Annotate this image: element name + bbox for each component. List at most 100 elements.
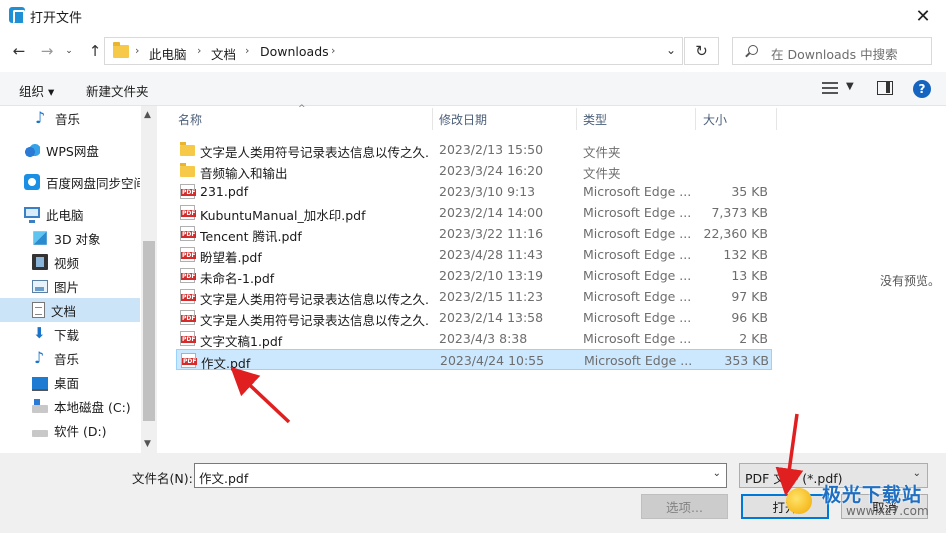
pdf-file-icon bbox=[180, 268, 197, 283]
breadcrumb-separator-icon[interactable]: › bbox=[331, 44, 335, 57]
file-row-selected[interactable]: 作文.pdf 2023/4/24 10:55 Microsoft Edge ... 3… bbox=[176, 349, 772, 371]
sidebar-scrollbar[interactable]: ▲ ▼ bbox=[141, 106, 157, 453]
sidebar-item-label: 百度网盘同步空间 bbox=[46, 175, 140, 191]
breadcrumb-separator-icon[interactable]: › bbox=[245, 44, 249, 57]
video-icon bbox=[32, 254, 48, 270]
file-date: 2023/3/10 9:13 bbox=[439, 184, 536, 199]
sidebar-item-label: 软件 (D:) bbox=[54, 423, 107, 439]
file-name: 231.pdf bbox=[200, 184, 249, 199]
recent-locations-button[interactable]: ⌄ bbox=[62, 40, 76, 62]
view-options-icon[interactable] bbox=[822, 81, 838, 95]
file-type: Microsoft Edge ... bbox=[583, 184, 692, 199]
address-bar[interactable]: › 此电脑 › 文档 › Downloads › ⌄ bbox=[104, 37, 683, 65]
file-type: Microsoft Edge ... bbox=[583, 247, 692, 262]
file-date: 2023/4/24 10:55 bbox=[440, 353, 545, 368]
preview-message: 没有预览。 bbox=[880, 274, 941, 288]
breadcrumb-separator-icon[interactable]: › bbox=[135, 44, 139, 57]
file-row[interactable]: 音频输入和输出 2023/3/24 16:20 文件夹 bbox=[176, 160, 772, 181]
chevron-down-icon[interactable]: ⌄ bbox=[713, 468, 721, 479]
organize-button[interactable]: 组织 ▾ bbox=[19, 81, 54, 100]
sidebar-item-label: 此电脑 bbox=[46, 207, 84, 223]
column-header-date[interactable]: 修改日期 bbox=[439, 106, 487, 132]
back-button[interactable]: ← bbox=[8, 40, 30, 62]
file-name: 作文.pdf bbox=[201, 356, 251, 371]
sidebar-item-videos[interactable]: 视频 bbox=[0, 250, 140, 274]
column-divider[interactable] bbox=[576, 108, 577, 130]
scroll-down-icon[interactable]: ▼ bbox=[144, 439, 151, 449]
baidu-cloud-icon bbox=[24, 174, 40, 190]
sidebar-item-music-2[interactable]: 音乐 bbox=[0, 346, 140, 370]
scroll-up-icon[interactable]: ▲ bbox=[144, 110, 151, 120]
file-row[interactable]: 文字是人类用符号记录表达信息以传之久... 2023/2/14 13:58 Micr… bbox=[176, 307, 772, 328]
preview-pane-icon[interactable] bbox=[877, 81, 893, 95]
sidebar-item-label: 文档 bbox=[51, 303, 77, 319]
file-name: 文字是人类用符号记录表达信息以传之久... bbox=[200, 313, 430, 328]
file-date: 2023/2/13 15:50 bbox=[439, 142, 544, 157]
column-divider[interactable] bbox=[695, 108, 696, 130]
chevron-down-icon[interactable]: ⌄ bbox=[666, 43, 676, 57]
column-header-name[interactable]: 名称 bbox=[178, 106, 202, 132]
file-date: 2023/2/15 11:23 bbox=[439, 289, 544, 304]
breadcrumb-documents[interactable]: 文档 bbox=[211, 44, 236, 63]
sidebar-item-this-pc[interactable]: 此电脑 bbox=[0, 202, 140, 226]
navigation-bar: ← → ⌄ ↑ › 此电脑 › 文档 › Downloads › ⌄ ↻ 在 D… bbox=[0, 32, 946, 72]
file-type: Microsoft Edge ... bbox=[583, 268, 692, 283]
desktop-icon bbox=[32, 376, 48, 391]
file-row[interactable]: 未命名-1.pdf 2023/2/10 13:19 Microsoft Edge .… bbox=[176, 265, 772, 286]
sidebar-item-software-d[interactable]: 软件 (D:) bbox=[0, 418, 140, 442]
sidebar-item-baidu-sync[interactable]: 百度网盘同步空间 bbox=[0, 170, 140, 194]
sidebar-item-music[interactable]: 音乐 bbox=[0, 106, 140, 130]
file-date: 2023/4/28 11:43 bbox=[439, 247, 544, 262]
breadcrumb-downloads[interactable]: Downloads bbox=[260, 44, 329, 59]
sidebar-item-label: 图片 bbox=[54, 279, 80, 295]
sidebar-item-downloads[interactable]: 下载 bbox=[0, 322, 140, 346]
watermark-url: www.xz7.com bbox=[846, 504, 929, 518]
documents-icon bbox=[32, 302, 45, 318]
breadcrumb-separator-icon[interactable]: › bbox=[197, 44, 201, 57]
sidebar-item-label: 3D 对象 bbox=[54, 231, 101, 247]
help-icon[interactable]: ? bbox=[913, 80, 931, 98]
3d-objects-icon bbox=[33, 231, 47, 245]
search-placeholder: 在 Downloads 中搜索 bbox=[771, 47, 898, 62]
pdf-file-icon bbox=[180, 331, 197, 346]
sidebar-item-desktop[interactable]: 桌面 bbox=[0, 370, 140, 394]
file-row[interactable]: KubuntuManual_加水印.pdf 2023/2/14 14:00 Micr… bbox=[176, 202, 772, 223]
breadcrumb-this-pc[interactable]: 此电脑 bbox=[149, 44, 187, 63]
options-button[interactable]: 选项... bbox=[641, 494, 728, 519]
column-header-size[interactable]: 大小 bbox=[703, 106, 727, 132]
sidebar-item-pictures[interactable]: 图片 bbox=[0, 274, 140, 298]
file-row[interactable]: 文字是人类用符号记录表达信息以传之久... 2023/2/13 15:50 文件夹 bbox=[176, 139, 772, 160]
computer-icon bbox=[24, 207, 40, 223]
chevron-down-icon[interactable]: ▼ bbox=[846, 81, 854, 92]
sidebar-item-documents[interactable]: 文档 bbox=[0, 298, 140, 322]
forward-button[interactable]: → bbox=[36, 40, 58, 62]
site-watermark: 极光下载站 www.xz7.com bbox=[782, 478, 946, 533]
sidebar-item-3d-objects[interactable]: 3D 对象 bbox=[0, 226, 140, 250]
watermark-text: 极光下载站 bbox=[822, 484, 923, 506]
column-divider[interactable] bbox=[776, 108, 777, 130]
pdf-file-icon bbox=[181, 353, 198, 368]
sidebar-item-local-disk-c[interactable]: 本地磁盘 (C:) bbox=[0, 394, 140, 418]
file-row[interactable]: 文字是人类用符号记录表达信息以传之久... 2023/2/15 11:23 Micr… bbox=[176, 286, 772, 307]
new-folder-button[interactable]: 新建文件夹 bbox=[86, 81, 149, 100]
scrollbar-thumb[interactable] bbox=[143, 241, 155, 421]
file-type: Microsoft Edge ... bbox=[583, 331, 692, 346]
file-name: KubuntuManual_加水印.pdf bbox=[200, 208, 366, 223]
sidebar-item-label: WPS网盘 bbox=[46, 143, 99, 159]
file-row[interactable]: 盼望着.pdf 2023/4/28 11:43 Microsoft Edge ...… bbox=[176, 244, 772, 265]
column-divider[interactable] bbox=[432, 108, 433, 130]
file-row[interactable]: 231.pdf 2023/3/10 9:13 Microsoft Edge ... 3… bbox=[176, 181, 772, 202]
file-row[interactable]: 文字文稿1.pdf 2023/4/3 8:38 Microsoft Edge ...… bbox=[176, 328, 772, 349]
filename-input[interactable]: 作文.pdf ⌄ bbox=[194, 463, 727, 488]
close-button[interactable]: ✕ bbox=[900, 0, 946, 32]
column-header-type[interactable]: 类型 bbox=[583, 106, 607, 132]
cloud-icon bbox=[24, 142, 40, 158]
search-input[interactable]: 在 Downloads 中搜索 bbox=[732, 37, 932, 65]
disk-icon bbox=[32, 399, 48, 413]
refresh-button[interactable]: ↻ bbox=[684, 37, 719, 65]
file-row[interactable]: Tencent 腾讯.pdf 2023/3/22 11:16 Microsoft E… bbox=[176, 223, 772, 244]
sidebar-item-wps-cloud[interactable]: WPS网盘 bbox=[0, 138, 140, 162]
search-icon bbox=[745, 45, 758, 57]
file-size: 132 KB bbox=[723, 247, 768, 262]
up-button[interactable]: ↑ bbox=[84, 40, 106, 62]
